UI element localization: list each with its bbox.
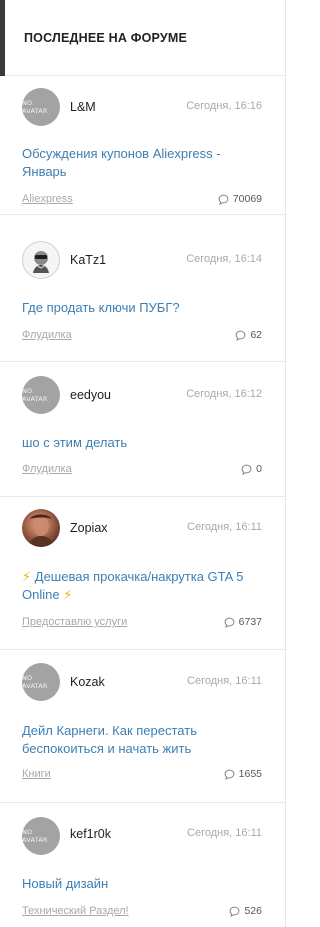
no-avatar-label: NO AVATAR bbox=[22, 828, 48, 844]
topic-time: Сегодня, 16:16 bbox=[186, 100, 262, 112]
replies-count: 6737 bbox=[238, 616, 262, 628]
topic-username[interactable]: KaTz1 bbox=[70, 253, 106, 267]
no-avatar-label: NO AVATAR bbox=[22, 674, 48, 690]
topic-item: Zopiax Сегодня, 16:11 ⚡ Дешевая прокачка… bbox=[0, 497, 286, 650]
replies-count: 62 bbox=[250, 329, 262, 341]
topic-time: Сегодня, 16:14 bbox=[186, 253, 262, 265]
topic-username[interactable]: Kozak bbox=[70, 675, 105, 689]
topic-username[interactable]: L&M bbox=[70, 100, 96, 114]
topic-username[interactable]: eedyou bbox=[70, 388, 111, 402]
topic-replies: 62 bbox=[235, 329, 262, 341]
topic-item: NO AVATAR eedyou Сегодня, 16:12 шо с эти… bbox=[0, 362, 286, 497]
comment-bubble-icon bbox=[235, 330, 246, 341]
topic-category-link[interactable]: Флудилка bbox=[22, 329, 72, 341]
topic-replies: 1655 bbox=[224, 768, 262, 780]
topic-category-link[interactable]: Технический Раздел! bbox=[22, 905, 129, 917]
replies-count: 526 bbox=[244, 905, 262, 917]
latest-forum-widget: ПОСЛЕДНЕЕ НА ФОРУМЕ NO AVATAR L&M Сегодн… bbox=[0, 0, 286, 927]
topic-title-link[interactable]: Где продать ключи ПУБГ? bbox=[22, 299, 262, 317]
comment-bubble-icon bbox=[230, 906, 240, 917]
topic-username[interactable]: kef1r0k bbox=[70, 827, 111, 841]
topic-time: Сегодня, 16:11 bbox=[187, 675, 262, 687]
topic-title-link[interactable]: ⚡ Дешевая прокачка/накрутка GTA 5 Online… bbox=[22, 568, 262, 604]
topic-replies: 6737 bbox=[224, 616, 262, 628]
avatar[interactable]: NO AVATAR bbox=[22, 663, 60, 701]
avatar[interactable] bbox=[22, 509, 60, 547]
topic-title-link[interactable]: Новый дизайн bbox=[22, 875, 262, 893]
topic-title-text: Дешевая прокачка/накрутка GTA 5 Online bbox=[22, 569, 244, 602]
avatar[interactable] bbox=[22, 241, 60, 279]
replies-count: 70069 bbox=[232, 193, 262, 205]
topic-time: Сегодня, 16:11 bbox=[187, 521, 262, 533]
topic-category-link[interactable]: Предоставлю услуги bbox=[22, 616, 127, 628]
topic-title-link[interactable]: Обсуждения купонов Aliexpress - Январь bbox=[22, 145, 262, 181]
topic-username[interactable]: Zopiax bbox=[70, 521, 108, 535]
topic-replies: 0 bbox=[241, 463, 262, 475]
topic-category-link[interactable]: Книги bbox=[22, 768, 51, 780]
widget-title: ПОСЛЕДНЕЕ НА ФОРУМЕ bbox=[24, 31, 188, 45]
topic-item: NO AVATAR Kozak Сегодня, 16:11 Дейл Карн… bbox=[0, 650, 286, 803]
topic-replies: 526 bbox=[229, 905, 262, 917]
topic-title-link[interactable]: шо с этим делать bbox=[22, 434, 262, 452]
user-photo-icon bbox=[28, 514, 54, 547]
comment-bubble-icon bbox=[241, 464, 252, 475]
avatar[interactable]: NO AVATAR bbox=[22, 817, 60, 855]
topic-category-link[interactable]: Aliexpress bbox=[22, 193, 73, 205]
avatar[interactable]: NO AVATAR bbox=[22, 88, 60, 126]
topic-time: Сегодня, 16:12 bbox=[186, 388, 262, 400]
comment-bubble-icon bbox=[224, 769, 235, 780]
no-avatar-label: NO AVATAR bbox=[22, 99, 48, 115]
lightning-icon: ⚡ bbox=[63, 587, 73, 602]
lightning-icon: ⚡ bbox=[22, 569, 32, 584]
replies-count: 1655 bbox=[238, 768, 262, 780]
user-photo-icon bbox=[33, 251, 49, 273]
replies-count: 0 bbox=[256, 463, 262, 475]
comment-bubble-icon bbox=[218, 194, 229, 205]
header-accent-bar bbox=[0, 0, 5, 76]
topic-category-link[interactable]: Флудилка bbox=[22, 463, 72, 475]
topic-item: NO AVATAR kef1r0k Сегодня, 16:11 Новый д… bbox=[0, 803, 286, 927]
widget-header: ПОСЛЕДНЕЕ НА ФОРУМЕ bbox=[0, 0, 285, 76]
topic-item: KaTz1 Сегодня, 16:14 Где продать ключи П… bbox=[0, 215, 286, 362]
topic-title-link[interactable]: Дейл Карнеги. Как перестать беспокоиться… bbox=[22, 722, 262, 758]
topic-replies: 70069 bbox=[218, 193, 262, 205]
no-avatar-label: NO AVATAR bbox=[22, 387, 48, 403]
topic-item: NO AVATAR L&M Сегодня, 16:16 Обсуждения … bbox=[0, 77, 286, 215]
comment-bubble-icon bbox=[224, 617, 235, 628]
topic-time: Сегодня, 16:11 bbox=[187, 827, 262, 839]
avatar[interactable]: NO AVATAR bbox=[22, 376, 60, 414]
